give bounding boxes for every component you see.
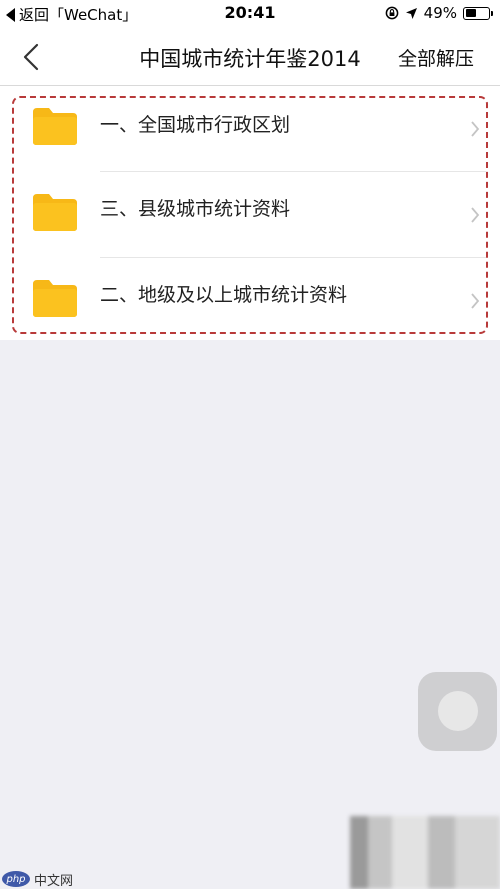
status-indicators: 49%: [385, 4, 493, 22]
battery-level: [465, 9, 477, 17]
back-chevron-icon[interactable]: [18, 42, 46, 72]
watermark-text: 中文网: [34, 873, 74, 889]
assistive-touch-knob: [438, 691, 478, 731]
folder-list: 一、全国城市行政区划 三、县级城市统计资料 二、地级及以上城市统计资料: [0, 86, 500, 340]
chevron-right-icon: [471, 121, 480, 137]
navigation-bar: 中国城市统计年鉴2014 全部解压: [0, 28, 500, 86]
folder-item[interactable]: 三、县级城市统计资料: [0, 172, 500, 258]
extract-all-button[interactable]: 全部解压: [398, 44, 474, 71]
folder-item[interactable]: 二、地级及以上城市统计资料: [0, 258, 500, 344]
blurred-region: [350, 816, 500, 889]
battery-icon: [463, 6, 493, 20]
folder-icon: [33, 108, 77, 145]
battery-percentage: 49%: [423, 4, 457, 22]
location-arrow-icon: [405, 7, 417, 19]
folder-icon: [33, 194, 77, 231]
watermark: php 中文网: [2, 870, 74, 889]
status-bar: 返回「WeChat」 20:41 49%: [0, 0, 500, 28]
folder-label: 一、全国城市行政区划: [100, 114, 291, 136]
page-title: 中国城市统计年鉴2014: [139, 47, 361, 71]
chevron-right-icon: [471, 207, 480, 223]
folder-label: 三、县级城市统计资料: [100, 198, 291, 220]
assistive-touch-button[interactable]: [418, 672, 497, 751]
php-logo-icon: php: [2, 871, 30, 887]
chevron-right-icon: [471, 293, 480, 309]
rotation-lock-icon: [385, 6, 399, 20]
folder-icon: [33, 280, 77, 317]
folder-label: 二、地级及以上城市统计资料: [100, 284, 348, 306]
folder-item[interactable]: 一、全国城市行政区划: [0, 86, 500, 172]
